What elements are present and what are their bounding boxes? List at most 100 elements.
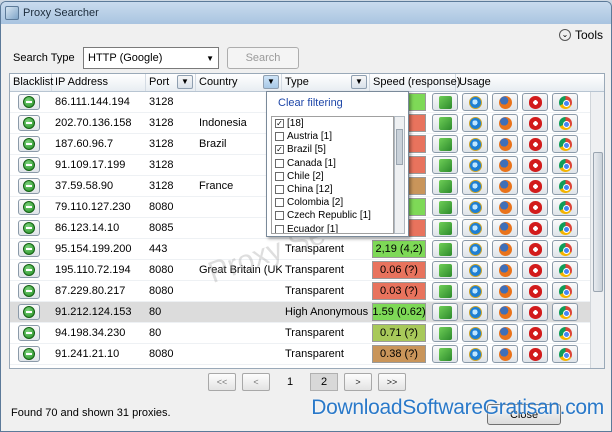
blacklist-button[interactable] (18, 136, 40, 152)
table-row[interactable]: 91.241.21.10 8080 Transparent 0.38 (?) (10, 344, 604, 365)
open-in-firefox-button[interactable] (492, 240, 518, 258)
open-in-opera-button[interactable] (522, 219, 548, 237)
column-header-ip-address[interactable]: IP Address (52, 74, 146, 91)
next-page-button[interactable]: > (344, 373, 372, 391)
blacklist-button[interactable] (18, 115, 40, 131)
open-in-firefox-button[interactable] (492, 198, 518, 216)
open-in-opera-button[interactable] (522, 156, 548, 174)
open-in-ie-button[interactable] (462, 345, 488, 363)
checkbox-icon[interactable] (275, 211, 284, 221)
recheck-button[interactable] (432, 135, 458, 153)
recheck-button[interactable] (432, 177, 458, 195)
column-header-usage[interactable]: Usage (456, 74, 592, 91)
table-scrollbar-thumb[interactable] (593, 152, 603, 292)
open-in-ie-button[interactable] (462, 93, 488, 111)
blacklist-button[interactable] (18, 241, 40, 257)
open-in-opera-button[interactable] (522, 324, 548, 342)
filter-option[interactable]: ✓ [18] (272, 117, 393, 130)
type-filter-icon[interactable]: ▼ (351, 75, 367, 89)
open-in-ie-button[interactable] (462, 114, 488, 132)
open-in-opera-button[interactable] (522, 93, 548, 111)
open-in-firefox-button[interactable] (492, 345, 518, 363)
blacklist-button[interactable] (18, 199, 40, 215)
blacklist-button[interactable] (18, 304, 40, 320)
column-header-type[interactable]: Type ▼ (282, 74, 370, 91)
open-in-firefox-button[interactable] (492, 261, 518, 279)
open-in-chrome-button[interactable] (552, 156, 578, 174)
recheck-button[interactable] (432, 261, 458, 279)
open-in-ie-button[interactable] (462, 282, 488, 300)
clear-filtering-link[interactable]: Clear filtering (278, 97, 343, 109)
recheck-button[interactable] (432, 156, 458, 174)
open-in-opera-button[interactable] (522, 114, 548, 132)
recheck-button[interactable] (432, 219, 458, 237)
blacklist-button[interactable] (18, 178, 40, 194)
blacklist-button[interactable] (18, 157, 40, 173)
open-in-opera-button[interactable] (522, 198, 548, 216)
table-row[interactable]: 94.198.34.230 80 Transparent 0.71 (?) (10, 323, 604, 344)
recheck-button[interactable] (432, 240, 458, 258)
open-in-chrome-button[interactable] (552, 261, 578, 279)
filter-popup-scrollbar-thumb[interactable] (396, 129, 403, 165)
column-header-speed[interactable]: Speed (response) (370, 74, 460, 91)
table-row[interactable]: 195.110.72.194 8080 Great Britain (UK) T… (10, 260, 604, 281)
open-in-firefox-button[interactable] (492, 156, 518, 174)
open-in-chrome-button[interactable] (552, 198, 578, 216)
page-2-link[interactable]: 2 (310, 373, 338, 391)
search-button[interactable]: Search (227, 47, 299, 69)
recheck-button[interactable] (432, 345, 458, 363)
recheck-button[interactable] (432, 114, 458, 132)
checkbox-icon[interactable] (275, 185, 284, 195)
open-in-chrome-button[interactable] (552, 240, 578, 258)
open-in-opera-button[interactable] (522, 303, 548, 321)
recheck-button[interactable] (432, 324, 458, 342)
open-in-firefox-button[interactable] (492, 282, 518, 300)
blacklist-button[interactable] (18, 325, 40, 341)
table-scrollbar[interactable] (590, 92, 604, 368)
open-in-ie-button[interactable] (462, 219, 488, 237)
open-in-chrome-button[interactable] (552, 114, 578, 132)
first-page-button[interactable]: << (208, 373, 236, 391)
filter-option[interactable]: Canada [1] (272, 157, 393, 170)
open-in-chrome-button[interactable] (552, 345, 578, 363)
tools-menu-button[interactable]: ⌄ Tools (558, 28, 603, 42)
open-in-ie-button[interactable] (462, 240, 488, 258)
open-in-chrome-button[interactable] (552, 324, 578, 342)
open-in-ie-button[interactable] (462, 198, 488, 216)
recheck-button[interactable] (432, 303, 458, 321)
blacklist-button[interactable] (18, 346, 40, 362)
checkbox-icon[interactable] (275, 158, 284, 168)
filter-popup-scrollbar[interactable] (394, 116, 405, 234)
blacklist-button[interactable] (18, 283, 40, 299)
open-in-chrome-button[interactable] (552, 219, 578, 237)
open-in-firefox-button[interactable] (492, 303, 518, 321)
open-in-opera-button[interactable] (522, 345, 548, 363)
open-in-chrome-button[interactable] (552, 303, 578, 321)
filter-option[interactable]: Colombia [2] (272, 196, 393, 209)
checkbox-icon[interactable] (275, 171, 284, 181)
table-row[interactable]: 91.212.124.153 80 High Anonymous 1.59 (0… (10, 302, 604, 323)
filter-option[interactable]: China [12] (272, 183, 393, 196)
open-in-firefox-button[interactable] (492, 135, 518, 153)
blacklist-button[interactable] (18, 262, 40, 278)
checkbox-icon[interactable] (275, 224, 284, 233)
open-in-opera-button[interactable] (522, 282, 548, 300)
column-header-blacklist[interactable]: Blacklist (10, 74, 53, 91)
open-in-chrome-button[interactable] (552, 282, 578, 300)
open-in-chrome-button[interactable] (552, 135, 578, 153)
open-in-ie-button[interactable] (462, 261, 488, 279)
checked-checkbox-icon[interactable]: ✓ (275, 119, 284, 129)
open-in-opera-button[interactable] (522, 135, 548, 153)
open-in-ie-button[interactable] (462, 303, 488, 321)
open-in-firefox-button[interactable] (492, 324, 518, 342)
filter-option[interactable]: Ecuador [1] (272, 223, 393, 233)
filter-option[interactable]: ✓ Brazil [5] (272, 143, 393, 156)
open-in-firefox-button[interactable] (492, 219, 518, 237)
open-in-ie-button[interactable] (462, 177, 488, 195)
open-in-firefox-button[interactable] (492, 177, 518, 195)
blacklist-button[interactable] (18, 94, 40, 110)
search-type-select[interactable]: HTTP (Google) ▼ (83, 47, 219, 69)
filter-option[interactable]: Austria [1] (272, 130, 393, 143)
open-in-ie-button[interactable] (462, 324, 488, 342)
open-in-firefox-button[interactable] (492, 93, 518, 111)
